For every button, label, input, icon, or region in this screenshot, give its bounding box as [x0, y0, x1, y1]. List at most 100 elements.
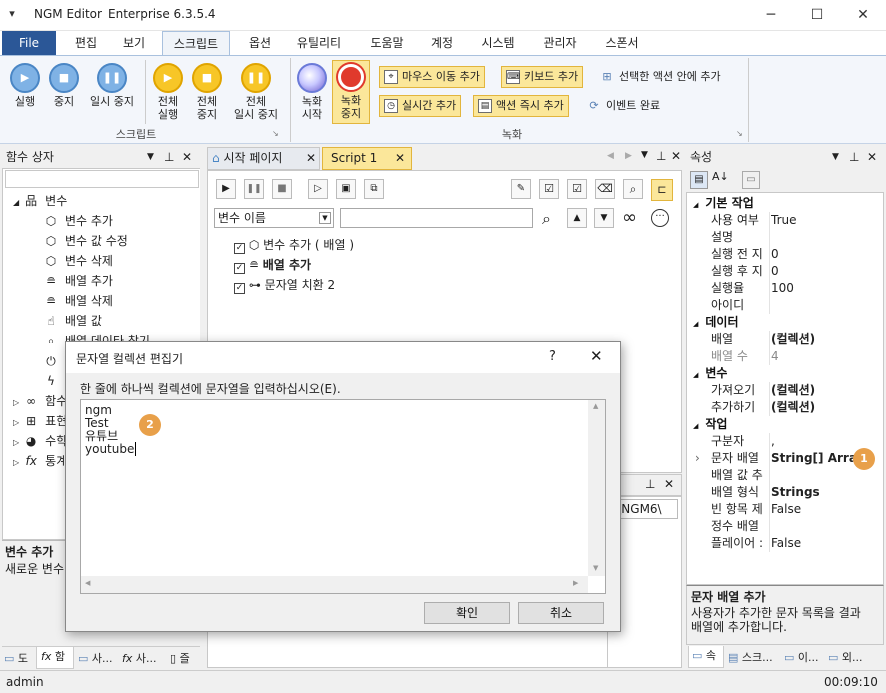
property-row[interactable]: 사용 여부 True	[687, 212, 883, 229]
menu-edit[interactable]: 편집	[64, 31, 108, 55]
close-panel-icon[interactable]: ✕	[867, 146, 877, 168]
checkbox[interactable]: ✓	[234, 243, 245, 254]
script-row-selected[interactable]: ✓ ≘ 배열 추가	[234, 255, 312, 275]
tree-node-math[interactable]: ▷ ◕ 수학	[13, 431, 67, 451]
collapse-icon[interactable]: ◢	[693, 320, 698, 328]
menu-help[interactable]: 도움말	[362, 31, 412, 55]
minimize-button[interactable]: ─	[748, 0, 794, 31]
dropdown-icon[interactable]: ▼	[147, 146, 154, 168]
menu-system[interactable]: 시스템	[474, 31, 522, 55]
property-row[interactable]: 구분자,	[687, 433, 883, 450]
checkbox[interactable]: ✓	[234, 283, 245, 294]
checkbox[interactable]: ✓	[234, 263, 245, 274]
pause-button[interactable]: ❚❚ 일시 중지	[84, 63, 140, 108]
tab-user-functions[interactable]: fx 사...	[122, 650, 157, 666]
scroll-right-icon[interactable]: ▶	[573, 579, 578, 587]
tab-toolbox[interactable]: ▭ 도	[4, 650, 28, 666]
collapse-icon[interactable]: ◢	[693, 371, 698, 379]
record-stop-button[interactable]: 녹화 중지	[332, 60, 370, 124]
more-icon[interactable]: ···	[651, 209, 669, 227]
dropdown-icon[interactable]: ▼	[832, 146, 839, 168]
close-window-button[interactable]: ✕	[840, 0, 886, 31]
collapse-icon[interactable]: ◢	[693, 201, 698, 209]
expand-icon[interactable]: ▷	[13, 458, 19, 467]
help-button[interactable]: ?	[549, 349, 556, 364]
close-tab-icon[interactable]: ✕	[306, 148, 316, 169]
property-value[interactable]: False	[771, 501, 857, 518]
property-row[interactable]: 빈 항목 제 False	[687, 501, 883, 518]
close-dialog-button[interactable]: ✕	[590, 347, 603, 365]
property-section[interactable]: ◢ 작업	[687, 416, 883, 433]
categorized-icon[interactable]: ▤	[690, 171, 708, 189]
edit-button[interactable]: ✎	[511, 179, 531, 199]
property-row[interactable]: 아이디	[687, 297, 883, 314]
property-row[interactable]: 배열 (컬렉션)	[687, 331, 883, 348]
tab-user[interactable]: ▭ 사...	[78, 650, 113, 666]
property-row[interactable]: 정수 배열	[687, 518, 883, 535]
tree-node-stats[interactable]: ▷ fx 통계	[13, 451, 67, 471]
property-value[interactable]: (컬렉션)	[771, 331, 857, 348]
property-value[interactable]: String[] Array	[771, 450, 857, 467]
chevron-down-icon[interactable]: ▼	[319, 212, 331, 224]
add-keyboard-button[interactable]: ⌨ 키보드 추가	[501, 66, 584, 88]
tree-item[interactable]: ≘ 배열 추가	[43, 271, 113, 291]
horizontal-scrollbar[interactable]: ◀ ▶	[81, 576, 588, 593]
tab-properties[interactable]: ▭ 속	[688, 646, 724, 668]
menu-options[interactable]: 옵션	[238, 31, 282, 55]
property-row[interactable]: 실행 후 지 0	[687, 263, 883, 280]
expand-icon[interactable]: ›	[695, 450, 700, 467]
search-button[interactable]: ⌕	[623, 179, 643, 199]
add-in-selected-button[interactable]: ⊞ 선택한 액션 안에 추가	[597, 66, 720, 88]
tab-external[interactable]: ▭ 외...	[828, 649, 863, 665]
delete-button[interactable]: ⌫	[595, 179, 615, 199]
script-row[interactable]: ✓ ⬡ 변수 추가 ( 배열 )	[234, 235, 354, 255]
tree-node-expression[interactable]: ▷ ⊞ 표현	[13, 411, 67, 431]
add-action-now-button[interactable]: ▤ 액션 즉시 추가	[473, 95, 569, 117]
menu-view[interactable]: 보기	[112, 31, 156, 55]
add-mouse-move-button[interactable]: ⌖ 마우스 이동 추가	[379, 66, 485, 88]
scroll-right-icon[interactable]: ▶	[625, 151, 632, 161]
app-menu-icon[interactable]: ▾	[6, 8, 18, 20]
sort-alpha-icon[interactable]: A↓	[712, 170, 729, 183]
property-row[interactable]: 실행율 100	[687, 280, 883, 297]
step-button[interactable]: ▷	[308, 179, 328, 199]
close-panel-icon[interactable]: ✕	[664, 477, 674, 491]
menu-utility[interactable]: 유틸리티	[288, 31, 350, 55]
menu-sponsor[interactable]: 스폰서	[596, 31, 648, 55]
tab-image[interactable]: ▭ 이...	[784, 649, 819, 665]
expand-icon[interactable]: ▷	[13, 418, 19, 427]
event-done-button[interactable]: ⟳ 이벤트 완료	[584, 95, 660, 117]
property-row[interactable]: 플레이어 : False	[687, 535, 883, 552]
property-value[interactable]: Strings	[771, 484, 857, 501]
property-section[interactable]: ◢ 데이터	[687, 314, 883, 331]
run-from-button[interactable]: ⧉	[364, 179, 384, 199]
property-value[interactable]: False	[771, 535, 857, 552]
property-row[interactable]: 설명	[687, 229, 883, 246]
stop-all-button[interactable]: ■ 전체 중지	[188, 63, 226, 121]
menu-file[interactable]: File	[2, 31, 56, 55]
run-button[interactable]: ▶ 실행	[6, 63, 44, 108]
property-value[interactable]: True	[771, 212, 857, 229]
close-panel-icon[interactable]: ✕	[671, 149, 681, 163]
tab-script-1[interactable]: Script 1 ✕	[322, 147, 412, 170]
play-button[interactable]: ▶	[216, 179, 236, 199]
tab-start-page[interactable]: ⌂ 시작 페이지 ✕	[207, 147, 320, 170]
run-selected-button[interactable]: ▣	[336, 179, 356, 199]
property-value[interactable]: 100	[771, 280, 857, 297]
property-value[interactable]: 0	[771, 246, 857, 263]
vertical-scrollbar[interactable]: ▲ ▼	[588, 400, 605, 576]
tree-view-button[interactable]: ⊏	[651, 179, 673, 201]
ok-button[interactable]: 확인	[424, 602, 510, 624]
pin-icon[interactable]: ⊥	[656, 149, 666, 163]
tree-item[interactable]: ≘ 배열 삭제	[43, 291, 113, 311]
tree-node-variable[interactable]: ◢ 品 변수	[13, 191, 67, 211]
function-search-input[interactable]	[5, 170, 199, 188]
property-row[interactable]: 배열 값 추	[687, 467, 883, 484]
search-icon[interactable]: ⌕	[542, 209, 551, 229]
scroll-left-icon[interactable]: ◀	[607, 151, 614, 161]
property-value[interactable]: (컬렉션)	[771, 399, 857, 416]
tree-item[interactable]: ⬡ 변수 추가	[43, 211, 113, 231]
property-row[interactable]: 배열 수 4	[687, 348, 883, 365]
tree-item[interactable]: ⬡ 변수 삭제	[43, 251, 113, 271]
loop-icon[interactable]: ∞	[622, 207, 637, 228]
